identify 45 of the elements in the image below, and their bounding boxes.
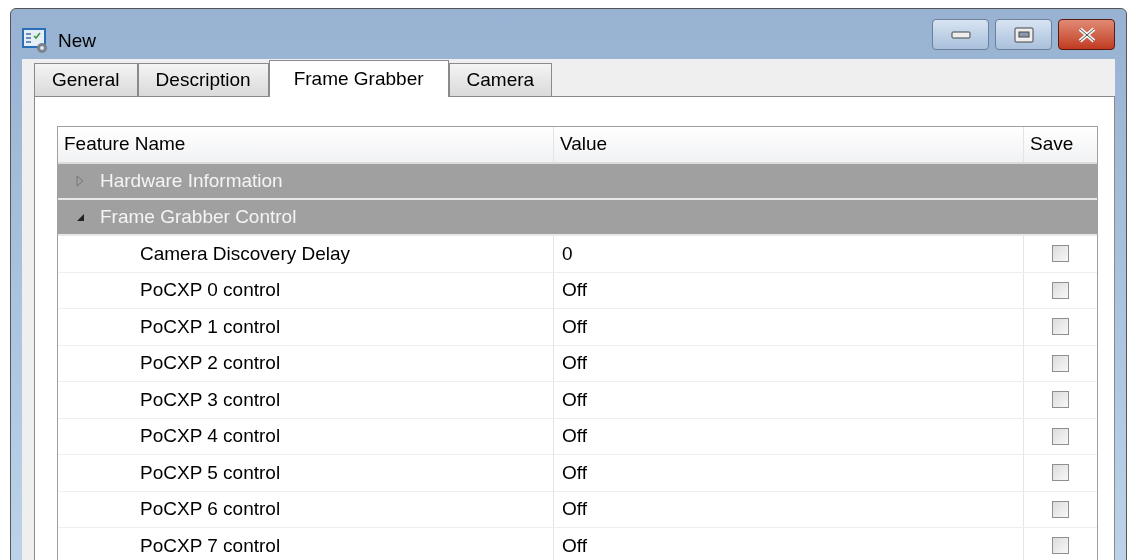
feature-name: PoCXP 1 control <box>139 314 282 339</box>
feature-name: PoCXP 5 control <box>139 460 282 485</box>
group-label: Frame Grabber Control <box>100 204 297 229</box>
tab[interactable]: Frame Grabber <box>268 60 449 97</box>
feature-value[interactable]: Off <box>553 309 1023 345</box>
tab[interactable]: Description <box>137 63 269 96</box>
save-checkbox[interactable] <box>1052 281 1069 299</box>
feature-name: PoCXP 6 control <box>139 497 282 521</box>
settings-list-icon <box>22 27 50 55</box>
close-icon <box>1076 26 1097 43</box>
save-checkbox[interactable] <box>1052 354 1069 372</box>
feature-value[interactable]: Off <box>553 272 1023 308</box>
close-button[interactable] <box>1058 19 1115 50</box>
feature-name: PoCXP 2 control <box>139 351 282 375</box>
save-checkbox[interactable] <box>1052 391 1069 409</box>
feature-value[interactable]: Off <box>553 382 1023 418</box>
collapsed-arrow-icon[interactable] <box>74 175 86 187</box>
tab[interactable]: General <box>34 63 138 96</box>
save-checkbox[interactable] <box>1052 500 1069 518</box>
feature-name: PoCXP 0 control <box>139 278 282 302</box>
feature-value[interactable]: Off <box>553 491 1023 527</box>
feature-name: PoCXP 4 control <box>139 424 282 448</box>
feature-value[interactable]: 0 <box>553 236 1023 272</box>
minimize-button[interactable] <box>932 19 989 50</box>
feature-name: Camera Discovery Delay <box>139 241 352 266</box>
feature-name: PoCXP 7 control <box>139 533 282 558</box>
save-checkbox[interactable] <box>1052 537 1069 555</box>
feature-value[interactable]: Off <box>553 345 1023 381</box>
save-checkbox[interactable] <box>1052 318 1069 336</box>
feature-value[interactable]: Off <box>553 455 1023 491</box>
window-title: New <box>58 28 96 53</box>
save-checkbox[interactable] <box>1052 464 1069 482</box>
column-header[interactable]: Feature Name <box>58 127 553 162</box>
save-checkbox[interactable] <box>1052 427 1069 445</box>
group-label: Hardware Information <box>100 168 283 193</box>
minimize-icon <box>950 30 971 39</box>
column-header[interactable]: Save <box>1023 127 1097 162</box>
feature-value[interactable]: Off <box>553 418 1023 454</box>
tab[interactable]: Camera <box>448 63 553 96</box>
maximize-icon <box>1013 26 1034 43</box>
save-checkbox[interactable] <box>1052 245 1069 263</box>
maximize-button[interactable] <box>995 19 1052 50</box>
column-header[interactable]: Value <box>553 127 1023 162</box>
feature-name: PoCXP 3 control <box>139 387 282 412</box>
feature-value[interactable]: Off <box>553 528 1023 560</box>
